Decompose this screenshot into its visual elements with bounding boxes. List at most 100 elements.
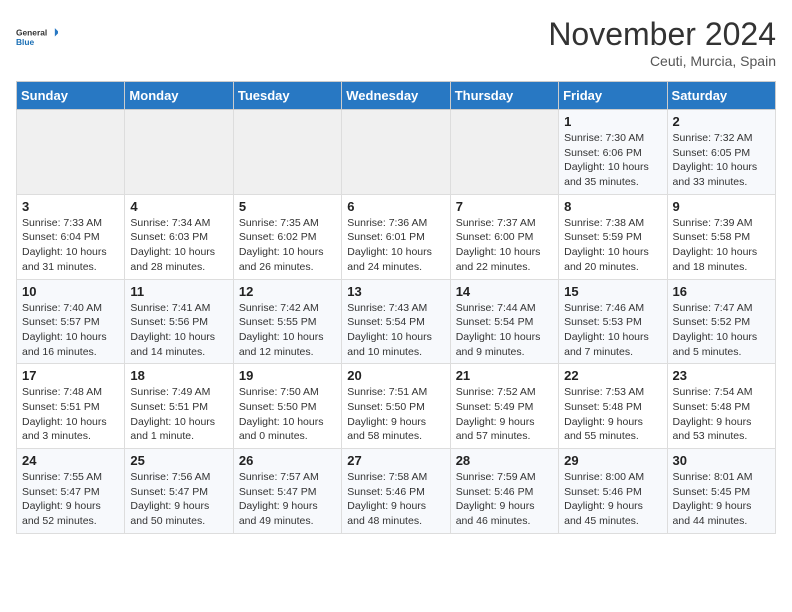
day-info: Sunrise: 7:32 AM Sunset: 6:05 PM Dayligh… [673, 131, 770, 190]
svg-text:General: General [16, 27, 47, 37]
day-number: 20 [347, 368, 444, 383]
day-info: Sunrise: 7:44 AM Sunset: 5:54 PM Dayligh… [456, 301, 553, 360]
day-info: Sunrise: 7:30 AM Sunset: 6:06 PM Dayligh… [564, 131, 661, 190]
day-info: Sunrise: 7:57 AM Sunset: 5:47 PM Dayligh… [239, 470, 336, 529]
day-info: Sunrise: 7:47 AM Sunset: 5:52 PM Dayligh… [673, 301, 770, 360]
day-number: 12 [239, 284, 336, 299]
svg-text:Blue: Blue [16, 37, 34, 47]
day-number: 5 [239, 199, 336, 214]
day-number: 15 [564, 284, 661, 299]
day-info: Sunrise: 8:00 AM Sunset: 5:46 PM Dayligh… [564, 470, 661, 529]
day-info: Sunrise: 7:43 AM Sunset: 5:54 PM Dayligh… [347, 301, 444, 360]
location-subtitle: Ceuti, Murcia, Spain [548, 53, 776, 69]
day-info: Sunrise: 7:35 AM Sunset: 6:02 PM Dayligh… [239, 216, 336, 275]
calendar-cell: 3 Sunrise: 7:33 AM Sunset: 6:04 PM Daylig… [17, 194, 125, 279]
calendar-cell: 23Sunrise: 7:54 AM Sunset: 5:48 PM Dayli… [667, 364, 775, 449]
day-number: 24 [22, 453, 119, 468]
calendar-cell: 16Sunrise: 7:47 AM Sunset: 5:52 PM Dayli… [667, 279, 775, 364]
weekday-header-row: SundayMondayTuesdayWednesdayThursdayFrid… [17, 82, 776, 110]
calendar-week-row: 3 Sunrise: 7:33 AM Sunset: 6:04 PM Daylig… [17, 194, 776, 279]
calendar-cell [342, 110, 450, 195]
day-number: 18 [130, 368, 227, 383]
logo: General Blue [16, 16, 58, 58]
day-info: Sunrise: 7:46 AM Sunset: 5:53 PM Dayligh… [564, 301, 661, 360]
day-number: 30 [673, 453, 770, 468]
day-info: Sunrise: 7:36 AM Sunset: 6:01 PM Dayligh… [347, 216, 444, 275]
day-number: 26 [239, 453, 336, 468]
day-info: Sunrise: 7:55 AM Sunset: 5:47 PM Dayligh… [22, 470, 119, 529]
day-info: Sunrise: 7:37 AM Sunset: 6:00 PM Dayligh… [456, 216, 553, 275]
calendar-cell: 17 Sunrise: 7:48 AM Sunset: 5:51 PM Dayli… [17, 364, 125, 449]
calendar-cell: 29 Sunrise: 8:00 AM Sunset: 5:46 PM Dayli… [559, 449, 667, 534]
calendar-cell: 1 Sunrise: 7:30 AM Sunset: 6:06 PM Daylig… [559, 110, 667, 195]
day-info: Sunrise: 7:48 AM Sunset: 5:51 PM Dayligh… [22, 385, 119, 444]
weekday-header: Saturday [667, 82, 775, 110]
calendar-cell: 20Sunrise: 7:51 AM Sunset: 5:50 PM Dayli… [342, 364, 450, 449]
day-info: Sunrise: 7:50 AM Sunset: 5:50 PM Dayligh… [239, 385, 336, 444]
day-info: Sunrise: 7:41 AM Sunset: 5:56 PM Dayligh… [130, 301, 227, 360]
day-number: 19 [239, 368, 336, 383]
day-info: Sunrise: 7:56 AM Sunset: 5:47 PM Dayligh… [130, 470, 227, 529]
calendar-cell [125, 110, 233, 195]
calendar-cell: 22Sunrise: 7:53 AM Sunset: 5:48 PM Dayli… [559, 364, 667, 449]
logo-svg: General Blue [16, 16, 58, 58]
calendar-cell: 28Sunrise: 7:59 AM Sunset: 5:46 PM Dayli… [450, 449, 558, 534]
day-number: 28 [456, 453, 553, 468]
weekday-header: Wednesday [342, 82, 450, 110]
day-number: 3 [22, 199, 119, 214]
calendar-cell: 26 Sunrise: 7:57 AM Sunset: 5:47 PM Dayli… [233, 449, 341, 534]
day-info: Sunrise: 7:38 AM Sunset: 5:59 PM Dayligh… [564, 216, 661, 275]
calendar-week-row: 24 Sunrise: 7:55 AM Sunset: 5:47 PM Dayli… [17, 449, 776, 534]
calendar-cell: 25 Sunrise: 7:56 AM Sunset: 5:47 PM Dayli… [125, 449, 233, 534]
weekday-header: Friday [559, 82, 667, 110]
day-number: 25 [130, 453, 227, 468]
page-header: General Blue November 2024 Ceuti, Murcia… [16, 16, 776, 69]
day-info: Sunrise: 7:58 AM Sunset: 5:46 PM Dayligh… [347, 470, 444, 529]
day-info: Sunrise: 7:40 AM Sunset: 5:57 PM Dayligh… [22, 301, 119, 360]
weekday-header: Tuesday [233, 82, 341, 110]
calendar-cell: 19 Sunrise: 7:50 AM Sunset: 5:50 PM Dayli… [233, 364, 341, 449]
calendar-cell: 11 Sunrise: 7:41 AM Sunset: 5:56 PM Dayli… [125, 279, 233, 364]
day-number: 29 [564, 453, 661, 468]
calendar-cell: 2 Sunrise: 7:32 AM Sunset: 6:05 PM Daylig… [667, 110, 775, 195]
calendar-cell: 5 Sunrise: 7:35 AM Sunset: 6:02 PM Daylig… [233, 194, 341, 279]
day-number: 2 [673, 114, 770, 129]
day-number: 10 [22, 284, 119, 299]
calendar-cell: 13 Sunrise: 7:43 AM Sunset: 5:54 PM Dayli… [342, 279, 450, 364]
calendar-cell: 9 Sunrise: 7:39 AM Sunset: 5:58 PM Daylig… [667, 194, 775, 279]
calendar-cell: 21 Sunrise: 7:52 AM Sunset: 5:49 PM Dayli… [450, 364, 558, 449]
day-number: 9 [673, 199, 770, 214]
day-number: 23 [673, 368, 770, 383]
calendar-cell [450, 110, 558, 195]
calendar-cell: 24 Sunrise: 7:55 AM Sunset: 5:47 PM Dayli… [17, 449, 125, 534]
day-number: 17 [22, 368, 119, 383]
calendar-week-row: 10 Sunrise: 7:40 AM Sunset: 5:57 PM Dayli… [17, 279, 776, 364]
day-number: 14 [456, 284, 553, 299]
month-title: November 2024 [548, 16, 776, 53]
day-number: 8 [564, 199, 661, 214]
calendar-cell: 10 Sunrise: 7:40 AM Sunset: 5:57 PM Dayli… [17, 279, 125, 364]
calendar-cell: 4Sunrise: 7:34 AM Sunset: 6:03 PM Daylig… [125, 194, 233, 279]
calendar-cell: 18 Sunrise: 7:49 AM Sunset: 5:51 PM Dayli… [125, 364, 233, 449]
day-info: Sunrise: 7:39 AM Sunset: 5:58 PM Dayligh… [673, 216, 770, 275]
calendar-cell: 27 Sunrise: 7:58 AM Sunset: 5:46 PM Dayli… [342, 449, 450, 534]
day-number: 21 [456, 368, 553, 383]
day-info: Sunrise: 7:52 AM Sunset: 5:49 PM Dayligh… [456, 385, 553, 444]
weekday-header: Sunday [17, 82, 125, 110]
day-number: 11 [130, 284, 227, 299]
calendar-cell: 12Sunrise: 7:42 AM Sunset: 5:55 PM Dayli… [233, 279, 341, 364]
calendar-week-row: 1 Sunrise: 7:30 AM Sunset: 6:06 PM Daylig… [17, 110, 776, 195]
day-info: Sunrise: 7:33 AM Sunset: 6:04 PM Dayligh… [22, 216, 119, 275]
day-number: 7 [456, 199, 553, 214]
day-number: 1 [564, 114, 661, 129]
day-info: Sunrise: 7:49 AM Sunset: 5:51 PM Dayligh… [130, 385, 227, 444]
day-number: 4 [130, 199, 227, 214]
title-block: November 2024 Ceuti, Murcia, Spain [548, 16, 776, 69]
day-number: 22 [564, 368, 661, 383]
day-number: 13 [347, 284, 444, 299]
day-number: 27 [347, 453, 444, 468]
calendar-cell: 6 Sunrise: 7:36 AM Sunset: 6:01 PM Daylig… [342, 194, 450, 279]
day-number: 6 [347, 199, 444, 214]
calendar-cell [17, 110, 125, 195]
calendar-cell [233, 110, 341, 195]
